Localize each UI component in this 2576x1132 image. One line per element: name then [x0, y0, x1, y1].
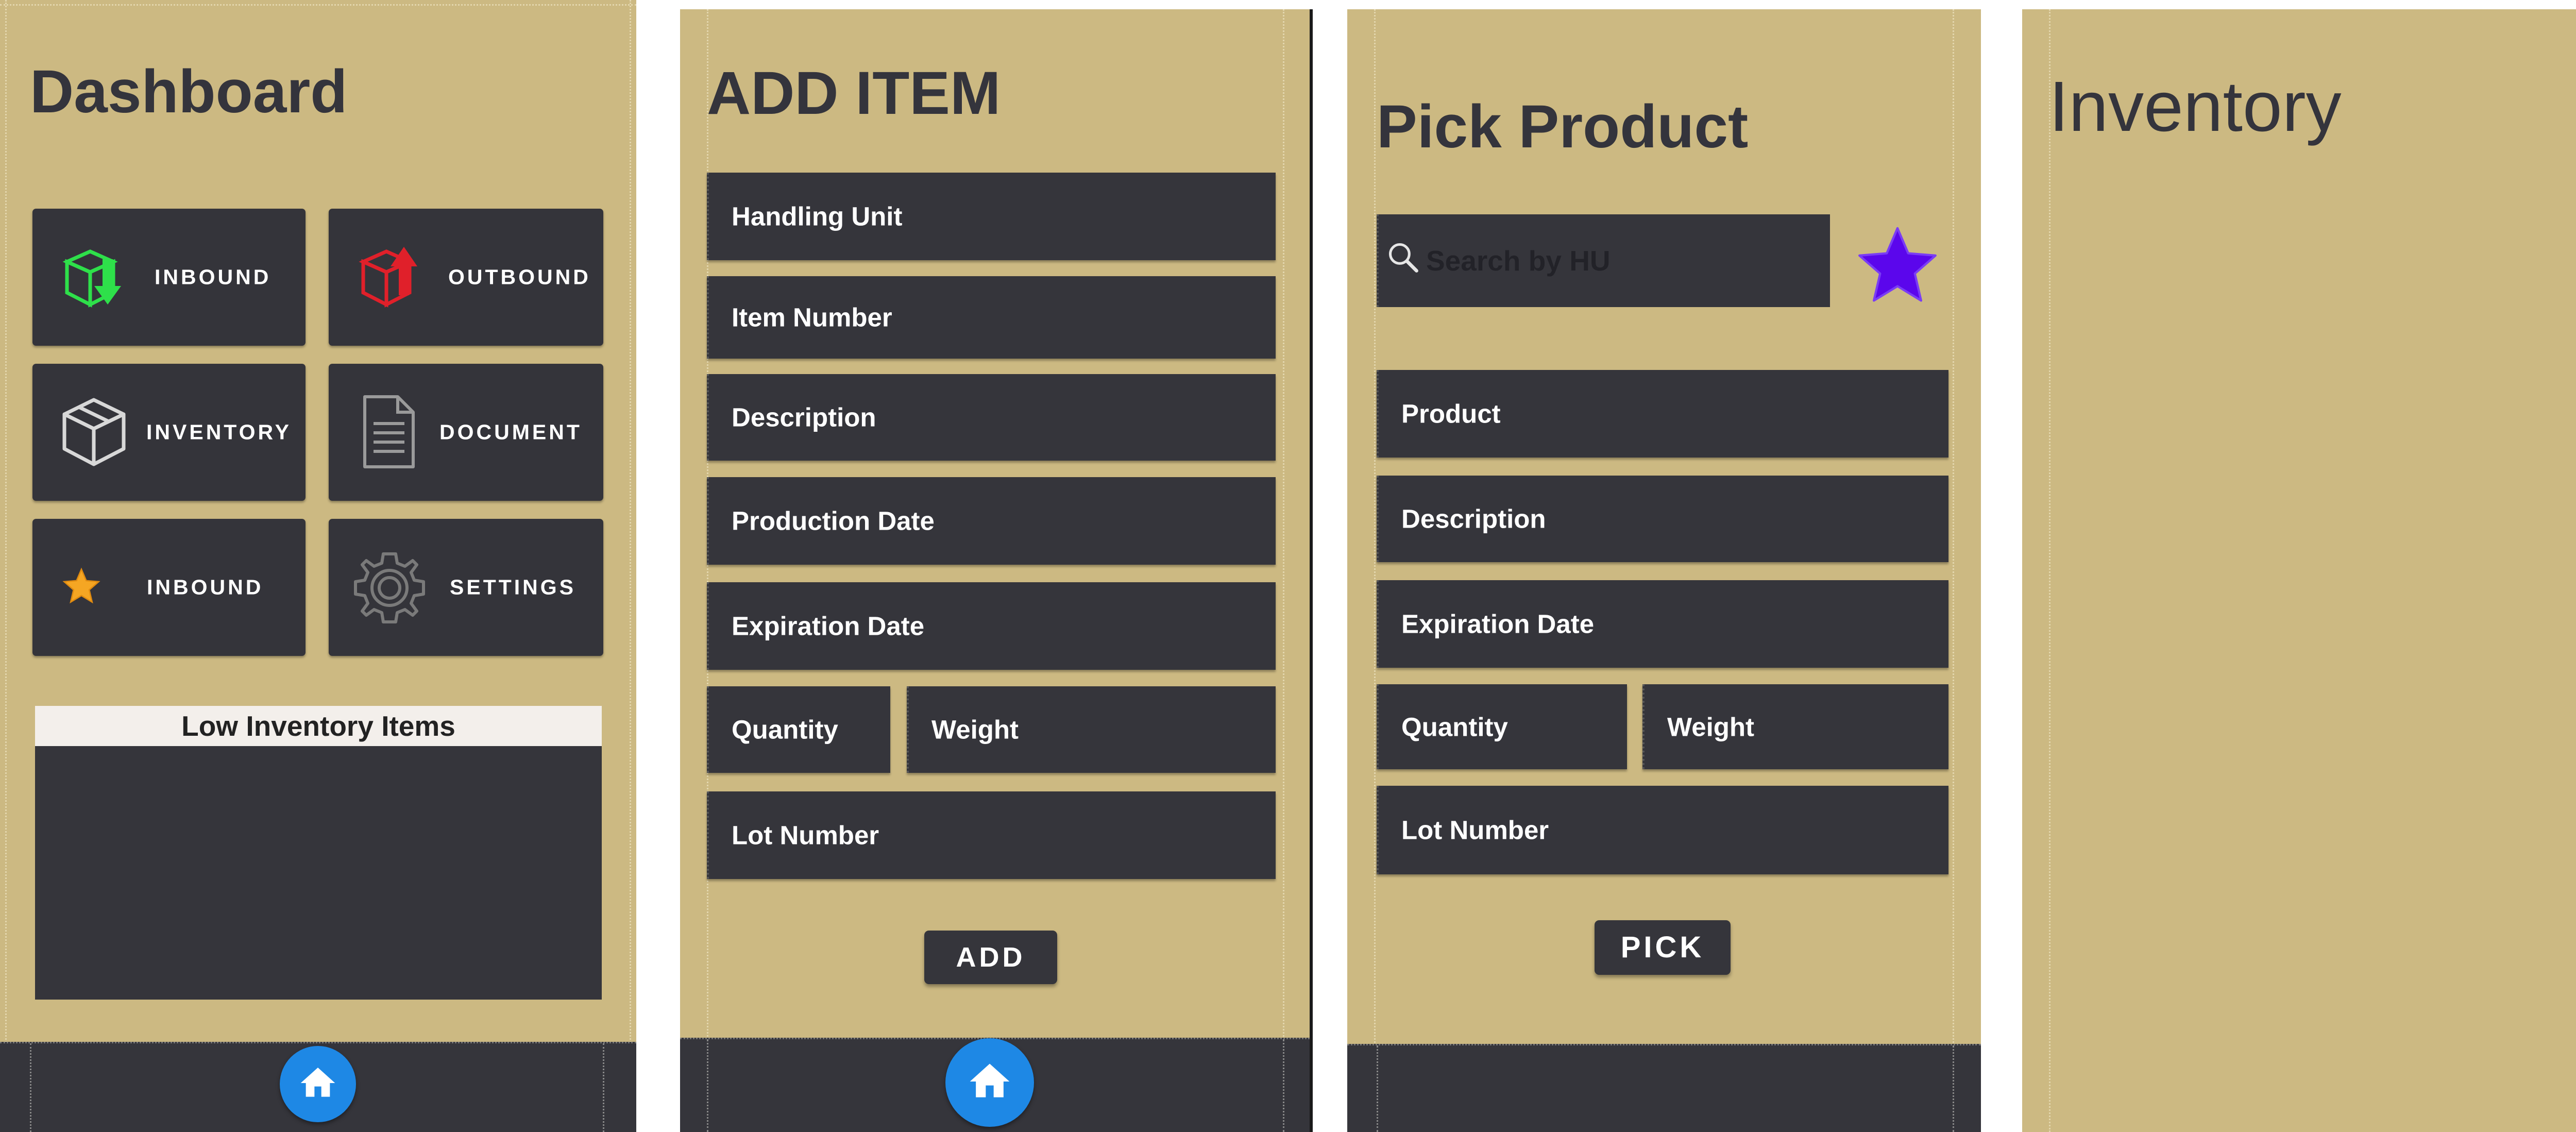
layout-guide	[707, 1039, 708, 1132]
search-placeholder: Search by HU	[1426, 245, 1611, 277]
outbound-tile[interactable]: OUTBOUND	[329, 209, 603, 346]
inventory-label: INVENTORY	[146, 420, 292, 444]
quantity-field[interactable]: Quantity	[1377, 684, 1627, 769]
layout-guide	[1377, 1045, 1378, 1132]
inbound-box-icon	[62, 249, 121, 308]
expiration-date-label: Expiration Date	[732, 611, 925, 641]
description-field[interactable]: Description	[707, 374, 1276, 461]
quantity-label: Quantity	[1401, 712, 1508, 741]
item-number-label: Item Number	[732, 302, 892, 332]
inventory-screen: Inventory	[2022, 9, 2576, 1132]
weight-label: Weight	[1667, 712, 1755, 741]
layout-guide	[630, 0, 631, 1132]
handling-unit-label: Handling Unit	[732, 201, 903, 231]
product-field[interactable]: Product	[1377, 370, 1948, 458]
lot-number-field[interactable]: Lot Number	[707, 791, 1276, 879]
settings-tile[interactable]: SETTINGS	[329, 519, 603, 656]
inbound-star-tile[interactable]: INBOUND	[32, 519, 306, 656]
layout-guide	[5, 0, 7, 1132]
production-date-label: Production Date	[732, 506, 935, 536]
layout-guide	[1953, 1045, 1954, 1132]
description-field[interactable]: Description	[1377, 476, 1948, 562]
weight-field[interactable]: Weight	[907, 686, 1276, 773]
description-label: Description	[732, 402, 876, 432]
layout-guide	[30, 1043, 31, 1132]
page-title: Dashboard	[30, 58, 348, 126]
layout-guide	[603, 1043, 604, 1132]
layout-guide	[1953, 9, 1954, 1132]
layout-guide	[1374, 9, 1376, 1132]
low-inventory-header: Low Inventory Items	[35, 706, 602, 746]
product-label: Product	[1401, 399, 1501, 429]
inventory-tile[interactable]: INVENTORY	[32, 364, 306, 501]
lot-number-label: Lot Number	[732, 820, 879, 850]
favorite-star-icon[interactable]	[1851, 222, 1944, 310]
layout-guide	[2049, 9, 2050, 1132]
expiration-date-field[interactable]: Expiration Date	[707, 582, 1276, 670]
search-icon	[1388, 243, 1418, 273]
page-title: Pick Product	[1377, 93, 1749, 161]
document-icon	[363, 395, 415, 468]
description-label: Description	[1401, 504, 1546, 534]
search-input[interactable]: Search by HU	[1377, 214, 1830, 307]
production-date-field[interactable]: Production Date	[707, 477, 1276, 565]
item-number-field[interactable]: Item Number	[707, 276, 1276, 359]
page-title: Inventory	[2049, 67, 2342, 146]
low-inventory-panel: Low Inventory Items	[35, 706, 602, 1000]
pick-product-screen: Pick Product Search by HU Product Descri…	[1347, 9, 1981, 1132]
lot-number-label: Lot Number	[1401, 815, 1549, 845]
home-icon	[300, 1068, 335, 1097]
quantity-field[interactable]: Quantity	[707, 686, 890, 773]
star-icon	[62, 567, 100, 604]
outbound-label: OUTBOUND	[448, 265, 591, 289]
add-button[interactable]: ADD	[924, 931, 1057, 984]
page-title: ADD ITEM	[707, 59, 1001, 127]
outbound-box-icon	[359, 247, 417, 308]
inbound-label: INBOUND	[155, 265, 272, 289]
dashboard-screen: Dashboard INBOUND OUTBOUND INVENTORY DOC…	[0, 0, 636, 1132]
pick-button[interactable]: PICK	[1595, 920, 1731, 975]
bottom-nav	[1347, 1044, 1981, 1132]
document-label: DOCUMENT	[439, 420, 582, 444]
home-button[interactable]	[280, 1046, 356, 1122]
bottom-nav	[680, 1038, 1310, 1132]
expiration-date-label: Expiration Date	[1401, 609, 1595, 639]
cube-icon	[62, 398, 126, 466]
add-item-screen: ADD ITEM Handling Unit Item Number Descr…	[680, 9, 1313, 1132]
home-icon	[970, 1063, 1010, 1097]
bottom-nav	[0, 1042, 636, 1132]
inbound-label: INBOUND	[147, 575, 264, 599]
quantity-label: Quantity	[732, 715, 838, 745]
document-tile[interactable]: DOCUMENT	[329, 364, 603, 501]
inbound-tile[interactable]: INBOUND	[32, 209, 306, 346]
handling-unit-field[interactable]: Handling Unit	[707, 173, 1276, 260]
layout-guide	[1283, 9, 1284, 1132]
lot-number-field[interactable]: Lot Number	[1377, 786, 1948, 874]
home-button[interactable]	[945, 1038, 1034, 1127]
settings-label: SETTINGS	[450, 575, 577, 599]
layout-guide	[0, 4, 636, 6]
layout-guide	[1283, 1039, 1284, 1132]
expiration-date-field[interactable]: Expiration Date	[1377, 580, 1948, 668]
weight-label: Weight	[931, 715, 1019, 745]
gear-icon	[354, 552, 425, 623]
weight-field[interactable]: Weight	[1642, 684, 1948, 769]
